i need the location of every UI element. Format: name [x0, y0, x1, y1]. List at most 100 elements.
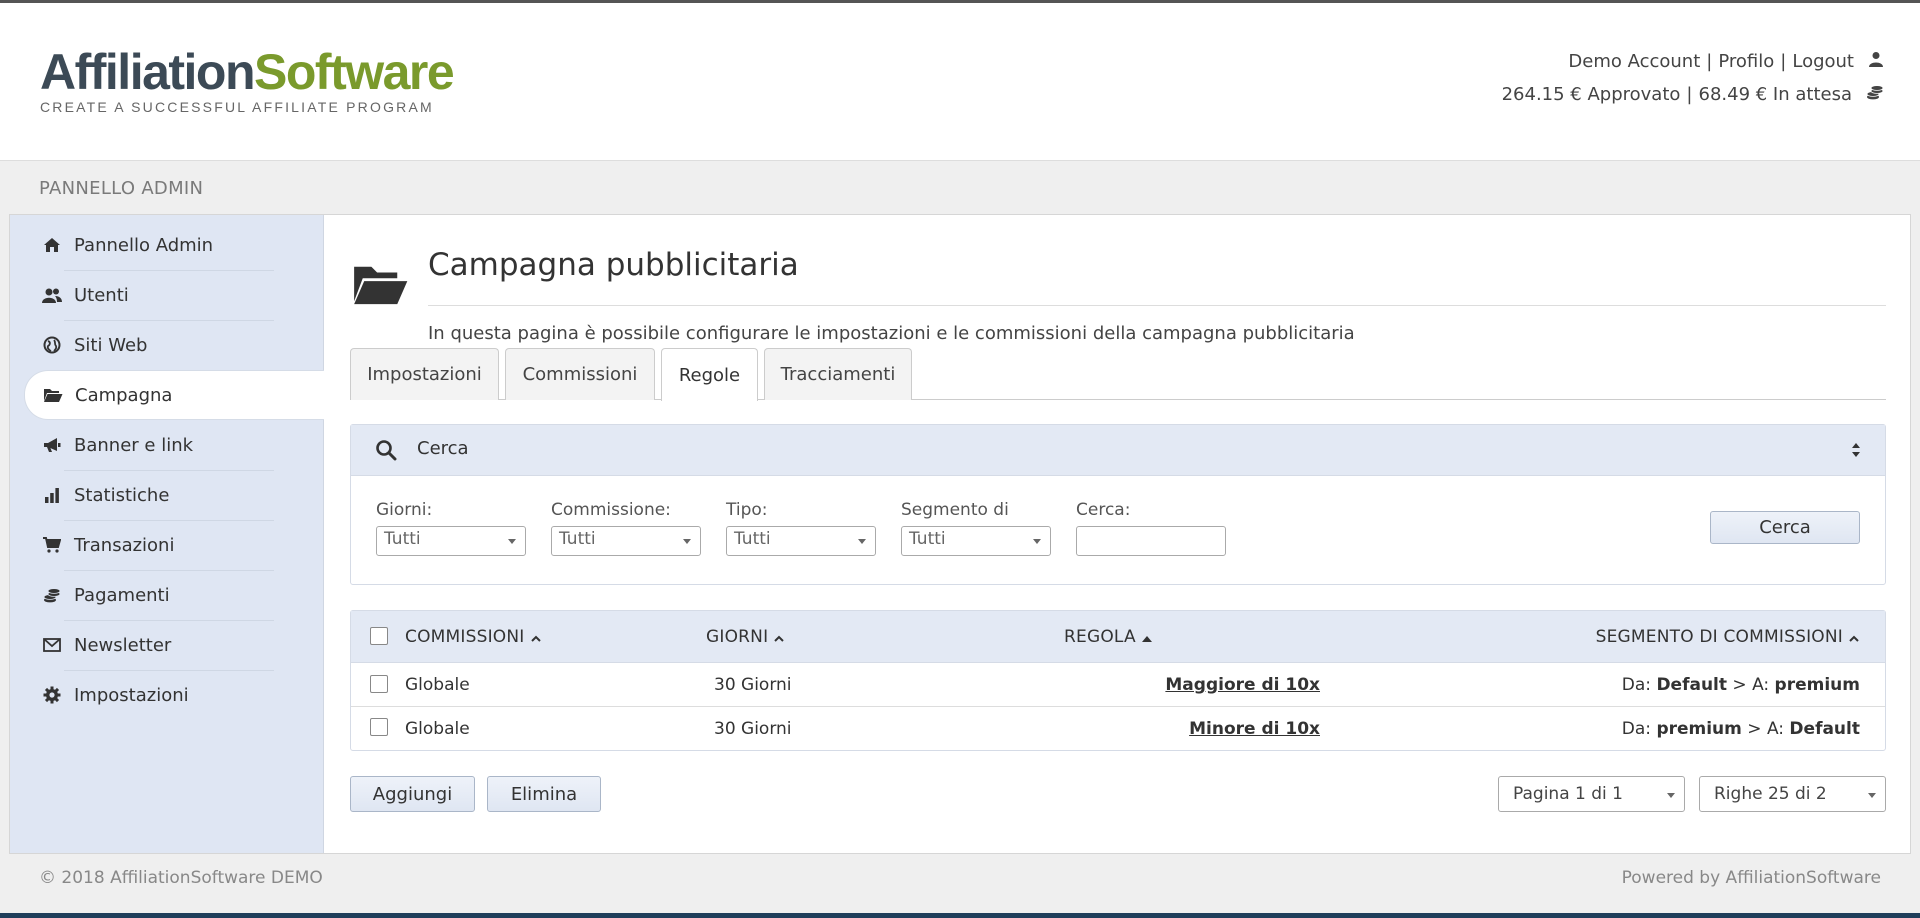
table-row: Globale 30 Giorni Minore di 10x Da: prem… [351, 707, 1885, 751]
select-value: Tutti [384, 529, 421, 549]
giorni-select[interactable]: Tutti [376, 526, 526, 556]
sidebar-item-utenti[interactable]: Utenti [24, 270, 324, 320]
page-select[interactable]: Pagina 1 di 1 [1498, 776, 1685, 812]
caret-up-icon [1141, 627, 1152, 647]
cell-segment: Da: Default > A: premium [1622, 675, 1860, 695]
search-icon [375, 439, 397, 465]
sidebar-item-statistiche[interactable]: Statistiche [24, 470, 324, 520]
column-regola[interactable]: REGOLA [1064, 627, 1152, 647]
sidebar-item-campagna[interactable]: Campagna [24, 370, 324, 420]
search-input[interactable] [1076, 526, 1226, 556]
filter-label: Segmento di [901, 500, 1009, 520]
sidebar-item-label: Campagna [75, 384, 173, 406]
tipo-select[interactable]: Tutti [726, 526, 876, 556]
rule-link[interactable]: Maggiore di 10x [1020, 675, 1320, 695]
row-checkbox[interactable] [370, 718, 388, 736]
column-label: GIORNI [706, 627, 769, 647]
select-value: Tutti [734, 529, 771, 549]
sidebar-item-impostazioni[interactable]: Impostazioni [24, 670, 324, 720]
filter-cerca: Cerca: [1076, 500, 1226, 556]
chevron-up-icon [774, 627, 785, 647]
account-link[interactable]: Demo Account [1568, 51, 1700, 72]
balance-pending: 68.49 € In attesa [1698, 84, 1853, 105]
globe-icon [32, 336, 72, 354]
filter-label: Giorni: [376, 500, 433, 520]
profile-link[interactable]: Profilo [1718, 51, 1774, 72]
column-giorni[interactable]: GIORNI [706, 627, 785, 647]
sidebar-item-siti-web[interactable]: Siti Web [24, 320, 324, 370]
cell-days: 30 Giorni [714, 719, 792, 739]
powered-by-link[interactable]: Powered by AffiliationSoftware [1622, 868, 1881, 888]
sidebar-item-pannello-admin[interactable]: Pannello Admin [24, 220, 324, 270]
table-row: Globale 30 Giorni Maggiore di 10x Da: De… [351, 663, 1885, 707]
sidebar-item-label: Pannello Admin [74, 234, 214, 256]
column-label: COMMISSIONI [405, 627, 525, 647]
logo-part-1: Affiliation [40, 44, 256, 100]
tab-impostazioni[interactable]: Impostazioni [350, 348, 499, 400]
tab-commissioni[interactable]: Commissioni [505, 348, 655, 400]
sidebar: Pannello Admin Utenti Siti Web Campagna … [10, 215, 324, 853]
logo[interactable]: AffiliationSoftware CREATE A SUCCESSFUL … [40, 44, 455, 115]
separator: | [1780, 51, 1787, 72]
column-label: SEGMENTO DI COMMISSIONI [1595, 627, 1843, 647]
from-label: Da: [1621, 675, 1652, 695]
tab-tracciamenti[interactable]: Tracciamenti [764, 348, 912, 400]
add-button[interactable]: Aggiungi [350, 776, 475, 812]
sidebar-item-banner-e-link[interactable]: Banner e link [24, 420, 324, 470]
rule-link[interactable]: Minore di 10x [1020, 719, 1320, 739]
column-commissioni[interactable]: COMMISSIONI [405, 627, 541, 647]
segmento-select[interactable]: Tutti [901, 526, 1051, 556]
folder-open-icon [350, 261, 410, 311]
logo-text: AffiliationSoftware [40, 44, 455, 100]
admin-panel: PANNELLO ADMIN Pannello Admin Utenti Sit… [0, 160, 1920, 913]
user-icon [1868, 51, 1884, 72]
from-label: Da: [1621, 719, 1652, 739]
cell-days: 30 Giorni [714, 675, 792, 695]
chevron-down-icon [858, 539, 866, 544]
to-value: premium [1774, 675, 1860, 695]
sidebar-item-pagamenti[interactable]: Pagamenti [24, 570, 324, 620]
tabs: Impostazioni Commissioni Regole Tracciam… [350, 348, 1886, 401]
to-value: Default [1789, 719, 1860, 739]
search-toggle[interactable]: Cerca [351, 425, 1885, 476]
chevron-up-icon [530, 627, 541, 647]
logout-link[interactable]: Logout [1792, 51, 1854, 72]
sidebar-item-newsletter[interactable]: Newsletter [24, 620, 324, 670]
select-value: Pagina 1 di 1 [1513, 784, 1623, 804]
column-label: REGOLA [1064, 627, 1136, 647]
search-button[interactable]: Cerca [1710, 511, 1860, 544]
chevron-down-icon [683, 539, 691, 544]
search-panel: Cerca Giorni: Tutti Commissione: Tutti T… [350, 424, 1886, 585]
rows-per-page-select[interactable]: Righe 25 di 2 [1699, 776, 1886, 812]
coins-icon [32, 587, 72, 603]
search-filters: Giorni: Tutti Commissione: Tutti Tipo: T… [351, 476, 1885, 586]
users-icon [32, 287, 72, 303]
select-all-checkbox[interactable] [370, 627, 388, 645]
home-icon [32, 237, 72, 253]
tab-regole[interactable]: Regole [661, 348, 758, 401]
select-value: Righe 25 di 2 [1714, 784, 1827, 804]
row-checkbox[interactable] [370, 675, 388, 693]
logo-part-2: Software [254, 44, 455, 100]
table-header: COMMISSIONI GIORNI REGOLA SEGMENTO DI CO… [351, 611, 1885, 663]
panel-title: PANNELLO ADMIN [39, 178, 204, 199]
from-value: premium [1656, 719, 1742, 739]
sidebar-item-label: Banner e link [74, 434, 194, 456]
separator: | [1706, 51, 1713, 72]
column-segmento[interactable]: SEGMENTO DI COMMISSIONI [1596, 627, 1859, 647]
filter-label: Tipo: [726, 500, 768, 520]
chevron-up-icon [1849, 627, 1859, 647]
balance-approved: 264.15 € Approvato [1501, 84, 1681, 105]
commissione-select[interactable]: Tutti [551, 526, 701, 556]
cell-segment: Da: premium > A: Default [1622, 719, 1860, 739]
sidebar-item-transazioni[interactable]: Transazioni [24, 520, 324, 570]
to-label: > A: [1732, 675, 1770, 695]
from-value: Default [1656, 675, 1728, 695]
filter-commissione: Commissione: Tutti [551, 500, 701, 556]
panel-body: Pannello Admin Utenti Siti Web Campagna … [9, 214, 1911, 854]
gear-icon [32, 686, 72, 704]
delete-button[interactable]: Elimina [487, 776, 601, 812]
select-value: Tutti [559, 529, 596, 549]
cell-commission: Globale [405, 719, 470, 739]
envelope-icon [32, 638, 72, 652]
